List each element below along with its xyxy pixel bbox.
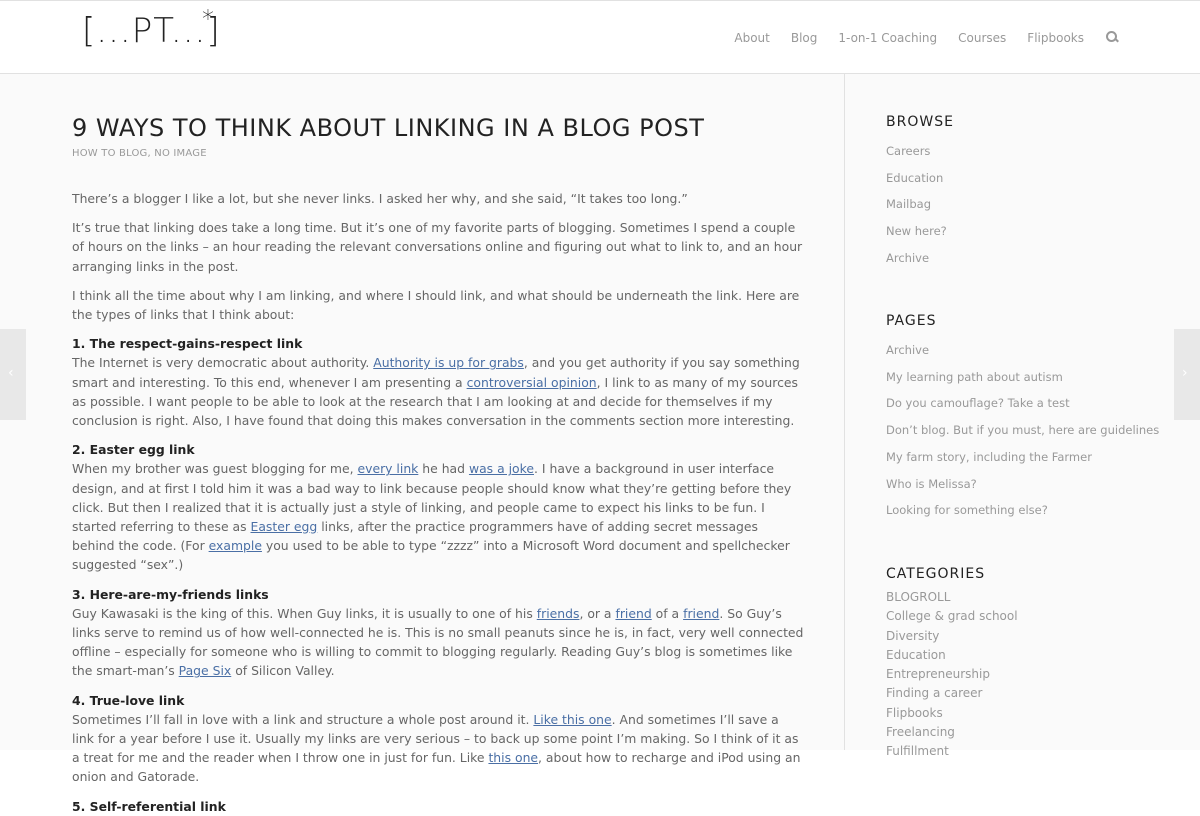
page-item[interactable]: Archive — [886, 337, 1159, 364]
sidebar: BROWSE Careers Education Mailbag New her… — [844, 74, 1200, 758]
link-authority[interactable]: Authority is up for grabs — [373, 355, 524, 370]
page-item[interactable]: My farm story, including the Farmer — [886, 444, 1159, 471]
post-categories[interactable]: HOW TO BLOG, NO IMAGE — [72, 148, 804, 159]
text: The Internet is very democratic about au… — [72, 355, 374, 371]
browse-widget: BROWSE Careers Education Mailbag New her… — [886, 114, 954, 272]
main-nav: About Blog 1-on-1 Coaching Courses Flipb… — [713, 31, 1118, 45]
page-item[interactable]: My learning path about autism — [886, 364, 1159, 391]
category-item[interactable]: Education — [886, 646, 1018, 665]
paragraph: Sometimes I’ll fall in love with a link … — [72, 710, 804, 787]
browse-item[interactable]: Archive — [886, 245, 954, 272]
link-easter-egg[interactable]: Easter egg — [251, 519, 318, 534]
category-item[interactable]: Freelancing — [886, 723, 1018, 742]
widget-title: CATEGORIES — [886, 566, 986, 582]
link-example[interactable]: example — [209, 538, 262, 553]
page-item[interactable]: Looking for something else? — [886, 497, 1159, 524]
link-page-six[interactable]: Page Six — [179, 663, 232, 678]
nav-blog[interactable]: Blog — [791, 31, 818, 45]
widget-title: PAGES — [886, 313, 937, 329]
page-item[interactable]: Don’t blog. But if you must, here are gu… — [886, 417, 1159, 444]
text: , or a — [579, 605, 616, 621]
pages-list: Archive My learning path about autism Do… — [886, 337, 1159, 524]
text: he had — [418, 461, 469, 477]
section-heading: 1. The respect-gains-respect link — [72, 336, 303, 352]
logo-star: * — [202, 5, 215, 33]
browse-item[interactable]: New here? — [886, 218, 954, 245]
text: Sometimes I’ll fall in love with a link … — [72, 711, 534, 727]
paragraph: The Internet is very democratic about au… — [72, 353, 804, 430]
page-item[interactable]: Who is Melissa? — [886, 471, 1159, 498]
text: When my brother was guest blogging for m… — [72, 461, 358, 477]
category-item[interactable]: Fulfillment — [886, 742, 1018, 761]
pages-widget: PAGES Archive My learning path about aut… — [886, 313, 1159, 524]
nav-courses[interactable]: Courses — [958, 31, 1006, 45]
site-header: [...PT...] * About Blog 1-on-1 Coaching … — [0, 0, 1200, 74]
link-friend[interactable]: friend — [615, 606, 651, 621]
link-this-one[interactable]: this one — [488, 750, 538, 765]
category-item[interactable]: Flipbooks — [886, 704, 1018, 723]
post: 9 WAYS TO THINK ABOUT LINKING IN A BLOG … — [72, 114, 804, 816]
category-item[interactable]: BLOGROLL — [886, 588, 1018, 607]
search-icon[interactable] — [1105, 31, 1118, 44]
categories-widget: CATEGORIES BLOGROLL College & grad schoo… — [886, 566, 1018, 762]
main-content-area: 9 WAYS TO THINK ABOUT LINKING IN A BLOG … — [0, 74, 844, 814]
nav-about[interactable]: About — [734, 31, 769, 45]
link-was-a-joke[interactable]: was a joke — [469, 461, 534, 476]
widget-title: BROWSE — [886, 114, 954, 130]
section-heading: 2. Easter egg link — [72, 442, 195, 458]
link-friends[interactable]: friends — [537, 606, 580, 621]
category-item[interactable]: Diversity — [886, 627, 1018, 646]
text: of a — [651, 605, 684, 621]
link-like-this-one[interactable]: Like this one — [533, 712, 611, 727]
post-body: There’s a blogger I like a lot, but she … — [72, 189, 804, 816]
page-item[interactable]: Do you camouflage? Take a test — [886, 390, 1159, 417]
browse-item[interactable]: Careers — [886, 138, 954, 165]
section-heading: 5. Self-referential link — [72, 798, 226, 814]
site-logo[interactable]: [...PT...] * — [82, 5, 221, 51]
browse-list: Careers Education Mailbag New here? Arch… — [886, 138, 954, 272]
chevron-right-icon: › — [1182, 365, 1188, 381]
paragraph: I think all the time about why I am link… — [72, 287, 800, 323]
next-post-button[interactable]: › — [1174, 329, 1200, 420]
paragraph: There’s a blogger I like a lot, but she … — [72, 191, 688, 206]
paragraph: When my brother was guest blogging for m… — [72, 459, 804, 574]
section-heading: 3. Here-are-my-friends links — [72, 586, 269, 602]
browse-item[interactable]: Mailbag — [886, 191, 954, 218]
category-item[interactable]: College & grad school — [886, 607, 1018, 626]
nav-coaching[interactable]: 1-on-1 Coaching — [838, 31, 937, 45]
text: Guy Kawasaki is the king of this. When G… — [72, 605, 537, 621]
category-item[interactable]: Finding a career — [886, 684, 1018, 703]
section-heading: 4. True-love link — [72, 692, 185, 708]
paragraph: It’s true that linking does take a long … — [72, 220, 803, 274]
categories-list: BLOGROLL College & grad school Diversity… — [886, 588, 1018, 762]
logo-text: [...PT...] — [82, 11, 221, 51]
chevron-left-icon: ‹ — [8, 365, 14, 381]
paragraph: Guy Kawasaki is the king of this. When G… — [72, 604, 804, 681]
prev-post-button[interactable]: ‹ — [0, 329, 26, 420]
nav-flipbooks[interactable]: Flipbooks — [1027, 31, 1084, 45]
link-every-link[interactable]: every link — [357, 461, 418, 476]
text: of Silicon Valley. — [231, 663, 335, 679]
post-title: 9 WAYS TO THINK ABOUT LINKING IN A BLOG … — [72, 114, 705, 142]
link-controversial[interactable]: controversial opinion — [467, 375, 597, 390]
category-item[interactable]: Entrepreneurship — [886, 665, 1018, 684]
link-friend-2[interactable]: friend — [683, 606, 719, 621]
browse-item[interactable]: Education — [886, 165, 954, 192]
